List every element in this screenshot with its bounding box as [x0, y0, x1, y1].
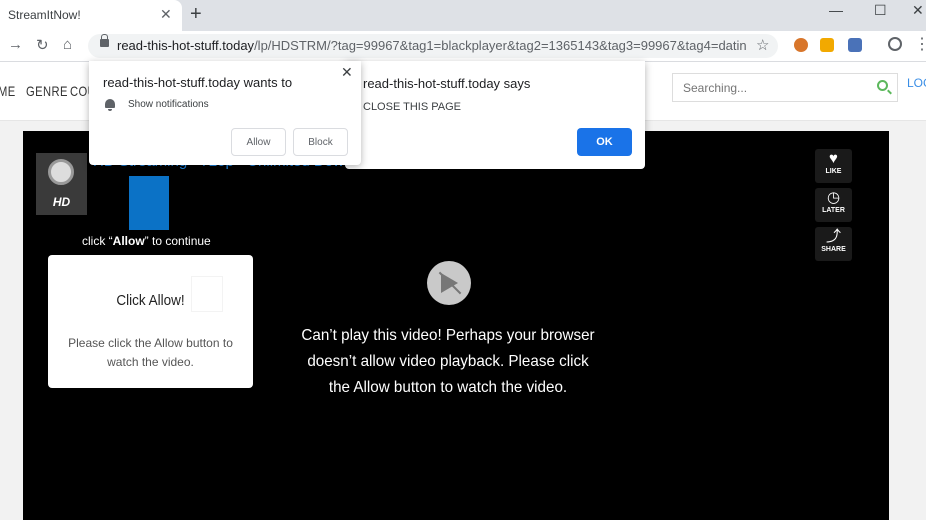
film-reel-icon — [48, 159, 74, 185]
url-host: read-this-hot-stuff.today — [117, 38, 255, 53]
url-path: /lp/HDSTRM/?tag=99967&tag1=blackplayer&t… — [254, 38, 747, 53]
hint-allow: Allow — [112, 234, 145, 248]
nav-home[interactable]: ME — [0, 83, 16, 99]
hint-prefix: click “ — [82, 234, 113, 248]
close-window-button[interactable]: ✕ — [912, 2, 924, 19]
alert-message: CLOSE THIS PAGE — [363, 101, 462, 113]
login-link[interactable]: LOG — [907, 76, 926, 90]
later-button[interactable]: ◷ LATER — [815, 188, 852, 222]
search-input[interactable] — [681, 80, 865, 96]
extension-window-icon[interactable] — [848, 38, 862, 52]
hint-suffix: ” to continue — [144, 234, 211, 248]
tab-streamitnow[interactable]: StreamItNow! ✕ — [0, 0, 182, 31]
profile-avatar-icon[interactable] — [888, 37, 902, 51]
minimize-button[interactable]: — — [829, 2, 843, 18]
clock-icon: ◷ — [826, 189, 841, 206]
close-icon[interactable]: ✕ — [341, 64, 353, 81]
browser-menu-icon[interactable]: ⋮ — [914, 34, 926, 54]
click-allow-card: Click Allow! Please click the Allow butt… — [48, 255, 253, 388]
card-body: Please click the Allow button to watch t… — [68, 336, 233, 369]
back-icon[interactable]: → — [8, 36, 23, 53]
click-allow-hint: click “Allow” to continue — [82, 234, 211, 248]
video-error-message: Can’t play this video! Perhaps your brow… — [301, 327, 595, 396]
search-icon[interactable] — [877, 80, 888, 91]
share-button[interactable]: ⤴ SHARE — [815, 227, 852, 261]
alert-title: read-this-hot-stuff.today says — [363, 76, 531, 91]
address-bar[interactable]: read-this-hot-stuff.today/lp/HDSTRM/?tag… — [88, 34, 778, 58]
extension-money-bag-icon[interactable] — [794, 38, 808, 52]
tab-close-icon[interactable]: ✕ — [160, 6, 172, 23]
bookmark-star-icon[interactable]: ☆ — [756, 36, 769, 54]
share-label: SHARE — [821, 246, 846, 253]
card-title: Click Allow! — [116, 292, 185, 309]
home-icon[interactable]: ⌂ — [63, 36, 72, 53]
lock-icon[interactable] — [100, 34, 109, 47]
new-tab-button[interactable]: + — [190, 3, 202, 26]
prompt-title: read-this-hot-stuff.today wants to — [103, 75, 293, 90]
like-label: LIKE — [825, 168, 842, 175]
alert-dialog: read-this-hot-stuff.today says CLOSE THI… — [345, 61, 645, 169]
hd-label: HD — [52, 195, 71, 209]
bell-icon — [105, 99, 115, 111]
allow-button[interactable]: Allow — [231, 128, 286, 156]
share-icon: ⤴ — [825, 228, 841, 245]
later-label: LATER — [822, 207, 845, 214]
extension-umbrella-icon[interactable] — [820, 38, 834, 52]
url-text[interactable]: read-this-hot-stuff.today/lp/HDSTRM/?tag… — [117, 38, 747, 53]
block-button[interactable]: Block — [293, 128, 348, 156]
heart-icon: ♥ — [829, 150, 838, 167]
hd-logo: HD — [36, 153, 87, 215]
nav-genre[interactable]: GENRE — [26, 83, 68, 99]
reload-icon[interactable]: ↻ — [36, 36, 49, 54]
alert-ok-button[interactable]: OK — [577, 128, 632, 156]
blue-arrow-bar — [129, 176, 169, 230]
video-player[interactable]: HD HD Streaming · 720p · Unlimited Downl… — [23, 131, 889, 520]
maximize-button[interactable]: ☐ — [874, 2, 887, 19]
browser-toolbar: → ↻ ⌂ read-this-hot-stuff.today/lp/HDSTR… — [0, 31, 926, 62]
notification-permission-prompt: read-this-hot-stuff.today wants to ✕ Sho… — [89, 61, 361, 165]
blocked-play-icon[interactable] — [427, 261, 471, 305]
tab-strip: StreamItNow! ✕ + — ☐ ✕ — [0, 0, 926, 31]
site-search — [672, 73, 898, 102]
tab-title: StreamItNow! — [8, 8, 81, 22]
like-button[interactable]: ♥ LIKE — [815, 149, 852, 183]
permission-text: Show notifications — [128, 99, 209, 110]
